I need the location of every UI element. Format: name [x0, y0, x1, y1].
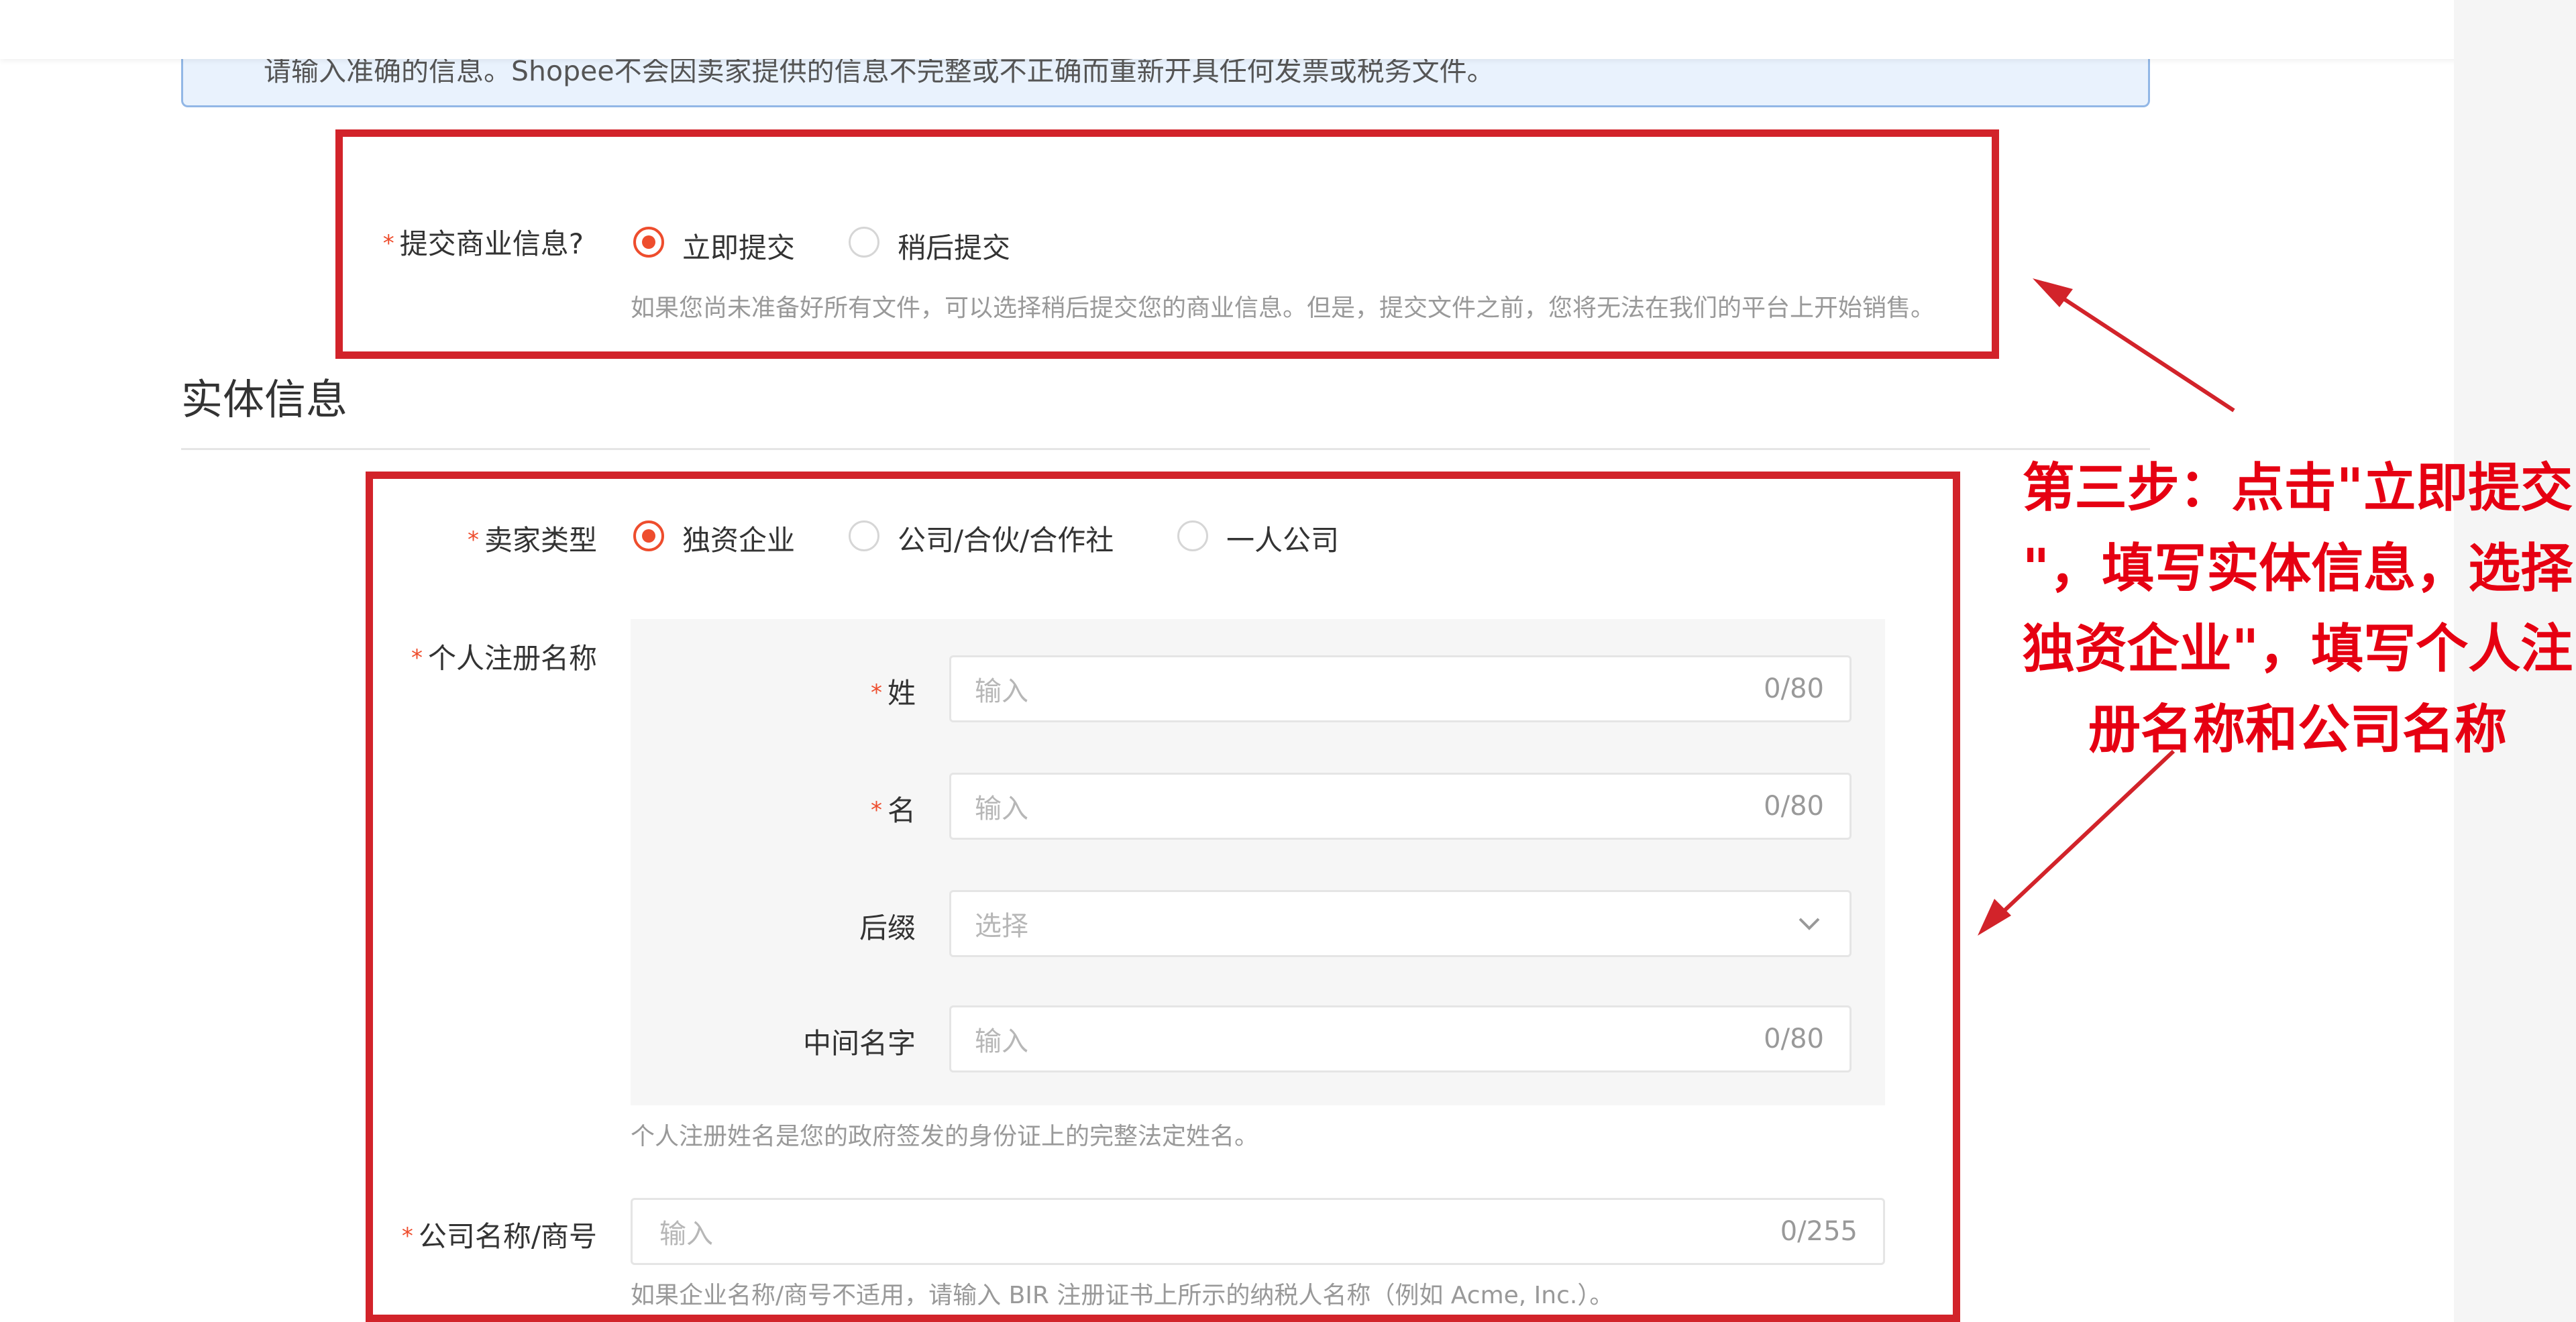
- arrow-head-upper: [2033, 278, 2073, 307]
- arrow-head-lower: [1978, 899, 2011, 936]
- arrow-line-upper: [2055, 292, 2235, 412]
- highlight-box-submit-info: [335, 129, 1999, 359]
- highlight-box-entity-info: [366, 472, 1960, 1322]
- section-divider: [181, 448, 2150, 450]
- top-header-bar: [0, 0, 2576, 59]
- arrow-line-lower: [1997, 749, 2176, 918]
- annotation-text: 第三步：点击"立即提交 "，填写实体信息，选择 独资企业"，填写个人注 册名称和…: [2022, 458, 2573, 760]
- entity-section-title: 实体信息: [181, 375, 348, 424]
